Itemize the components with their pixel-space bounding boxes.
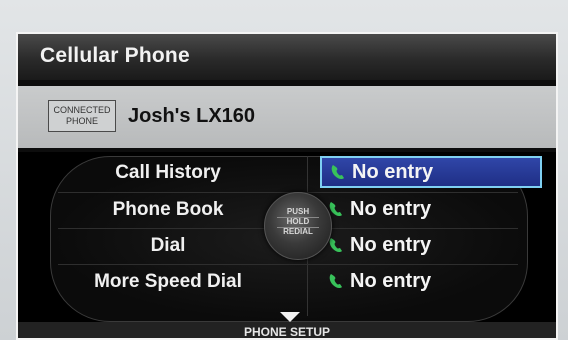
connected-phone-bar: CONNECTED PHONE Josh's LX160 (18, 86, 556, 148)
title-bar: Cellular Phone (18, 34, 556, 80)
phone-book-value: No entry (350, 197, 432, 220)
phone-handset-icon (329, 238, 342, 253)
phone-handset-icon (331, 165, 344, 180)
more-speed-dial-value: No entry (350, 269, 432, 292)
phone-setup-bar[interactable]: PHONE SETUP (18, 322, 556, 338)
menu-row-call-history[interactable]: Call History No entry (18, 156, 556, 190)
badge-line1: CONNECTED (53, 105, 111, 115)
menu-item-more-speed-dial[interactable]: More Speed Dial (48, 271, 288, 293)
phone-book-entry[interactable]: No entry (320, 193, 542, 225)
call-history-value: No entry (352, 160, 434, 183)
dial-entry[interactable]: No entry (320, 229, 542, 261)
push-hold-redial-knob[interactable]: PUSH HOLD REDIAL (264, 192, 332, 260)
menu-area: Call History No entry Phone Book No entr… (18, 152, 556, 322)
knob-label: PUSH HOLD REDIAL (265, 207, 331, 237)
down-arrow-icon[interactable] (280, 312, 300, 322)
badge-line2: PHONE (65, 116, 98, 126)
phone-handset-icon (329, 274, 342, 289)
connected-phone-badge: CONNECTED PHONE (48, 100, 116, 132)
menu-item-dial[interactable]: Dial (48, 235, 288, 257)
more-speed-dial-entry[interactable]: No entry (320, 265, 542, 297)
menu-item-call-history[interactable]: Call History (48, 162, 288, 184)
knob-line2: HOLD (286, 217, 310, 226)
call-history-entry[interactable]: No entry (320, 156, 542, 188)
knob-separator (277, 227, 319, 228)
phone-setup-label[interactable]: PHONE SETUP (18, 325, 556, 338)
screen-title: Cellular Phone (40, 44, 190, 67)
menu-row-more-speed-dial[interactable]: More Speed Dial No entry (18, 265, 556, 299)
knob-line1: PUSH (286, 207, 310, 216)
knob-line3: REDIAL (283, 227, 313, 236)
nav-screen: Cellular Phone CONNECTED PHONE Josh's LX… (16, 32, 558, 340)
knob-separator (277, 217, 319, 218)
dial-value: No entry (350, 233, 432, 256)
menu-item-phone-book[interactable]: Phone Book (48, 199, 288, 221)
connected-device-name: Josh's LX160 (128, 105, 256, 127)
